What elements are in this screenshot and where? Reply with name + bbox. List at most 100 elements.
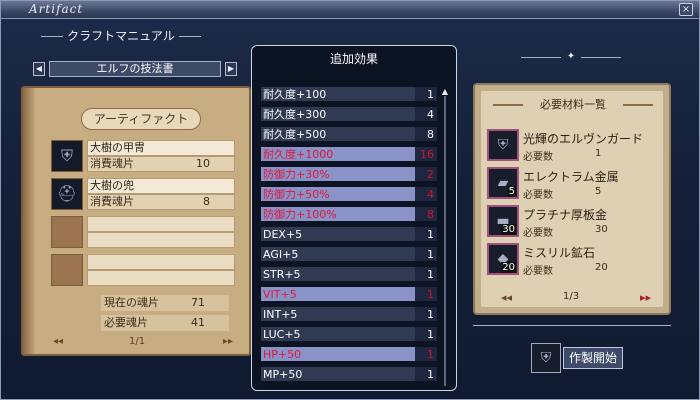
- effect-row[interactable]: LUC+5 1: [260, 326, 438, 342]
- scroll-track[interactable]: [444, 96, 446, 386]
- materials-next-button[interactable]: ▸▸: [640, 291, 651, 304]
- effect-label: 防御力+30%: [263, 168, 330, 181]
- recipe-item-2[interactable]: ⛑ 大樹の兜 消費魂片 8: [51, 178, 235, 210]
- effect-cost: 1: [415, 227, 437, 241]
- effect-row[interactable]: 防御力+100% 8: [260, 206, 438, 222]
- recipe-item-1[interactable]: ⛨ 大樹の甲冑 消費魂片 10: [51, 140, 235, 172]
- effects-scrollbar[interactable]: ▲: [441, 88, 449, 386]
- effect-row[interactable]: 防御力+50% 4: [260, 186, 438, 202]
- material-item[interactable]: ▬ 30 プラチナ厚板金 必要数 30: [487, 205, 657, 239]
- recipe-cost: [87, 270, 235, 286]
- material-item[interactable]: ▰ 5 エレクトラム金属 必要数 5: [487, 167, 657, 201]
- material-name: プラチナ厚板金: [523, 208, 608, 222]
- material-item[interactable]: ◆ 20 ミスリル鉱石 必要数 20: [487, 243, 657, 277]
- effect-cost: 8: [415, 207, 437, 221]
- title-bar-right: [623, 104, 653, 106]
- helmet-icon: ⛑: [51, 178, 83, 210]
- effect-row[interactable]: AGI+5 1: [260, 246, 438, 262]
- book-page-next-button[interactable]: ▸▸: [223, 336, 233, 347]
- craft-manual-title: クラフトマニュアル: [67, 29, 175, 43]
- effect-label: STR+5: [263, 268, 301, 281]
- material-required-value: 5: [595, 186, 602, 197]
- recipe-item-3[interactable]: [51, 216, 235, 248]
- book-page-prev-button[interactable]: ◂◂: [53, 336, 63, 347]
- effect-label: VIT+5: [263, 288, 297, 301]
- effect-label: 防御力+100%: [263, 208, 337, 221]
- empty-slot-icon: [51, 254, 83, 286]
- material-owned-qty: 5: [507, 186, 516, 197]
- materials-prev-button[interactable]: ◂◂: [501, 291, 512, 304]
- scroll-up-icon[interactable]: ▲: [441, 88, 449, 96]
- recipe-cost-label: 消費魂片: [90, 157, 134, 170]
- recipe-name: 大樹の兜: [87, 178, 235, 194]
- recipe-book: アーティファクト ⛨ 大樹の甲冑 消費魂片 10 ⛑ 大樹の兜 消費魂片 8 現…: [21, 86, 251, 356]
- effect-cost: 1: [415, 327, 437, 341]
- book-next-button[interactable]: ▶: [225, 62, 237, 76]
- effect-label: 耐久度+1000: [263, 148, 334, 161]
- material-name: ミスリル鉱石: [523, 246, 596, 260]
- materials-title: 必要材料一覧: [540, 98, 606, 111]
- additional-effects-panel: 追加効果 耐久度+100 1 耐久度+300 4 耐久度+500 8 耐久度+1000 16 防…: [251, 45, 457, 391]
- title-bar[interactable]: Artifact ×: [1, 1, 699, 19]
- effect-label: DEX+5: [263, 228, 303, 241]
- empty-slot-icon: [51, 216, 83, 248]
- effect-cost: 1: [415, 247, 437, 261]
- recipe-item-4[interactable]: [51, 254, 235, 286]
- effect-cost: 8: [415, 127, 437, 141]
- required-shards: 必要魂片 41: [101, 315, 229, 331]
- recipe-name: [87, 216, 235, 232]
- material-owned-qty: 30: [501, 224, 516, 235]
- title-bar-left: [493, 104, 523, 106]
- effect-row[interactable]: 耐久度+100 1: [260, 86, 438, 102]
- armor-icon: ⛨: [51, 140, 83, 172]
- materials-pager: ◂◂ 1/3 ▸▸: [501, 291, 651, 305]
- effect-cost: 2: [415, 167, 437, 181]
- required-shards-label: 必要魂片: [104, 316, 148, 329]
- material-required: 必要数 20: [523, 262, 608, 277]
- material-owned-qty: 20: [501, 262, 516, 273]
- effect-cost: 1: [415, 347, 437, 361]
- material-required-value: 20: [595, 262, 608, 273]
- recipe-cost: [87, 232, 235, 248]
- effect-row[interactable]: 耐久度+500 8: [260, 126, 438, 142]
- material-name: エレクトラム金属: [523, 170, 619, 184]
- materials-page-indicator: 1/3: [563, 291, 580, 302]
- craft-manual-header: クラフトマニュアル: [41, 27, 201, 47]
- recipe-cost-value: 10: [196, 157, 210, 170]
- materials-inner: 必要材料一覧 ⛨ 光輝のエルヴンガード 必要数 1 ▰ 5 エレクトラム金属 必要数 5 ▬ 30 プ…: [481, 91, 663, 307]
- effect-row[interactable]: 耐久度+1000 16: [260, 146, 438, 162]
- material-item[interactable]: ⛨ 光輝のエルヴンガード 必要数 1: [487, 129, 657, 163]
- material-required-label: 必要数: [523, 152, 553, 163]
- close-button[interactable]: ×: [679, 3, 693, 16]
- required-shards-value: 41: [191, 316, 205, 329]
- effect-row[interactable]: 防御力+30% 2: [260, 166, 438, 182]
- book-page-title: アーティファクト: [81, 108, 201, 130]
- effect-label: INT+5: [263, 308, 298, 321]
- book-prev-button[interactable]: ◀: [33, 62, 45, 76]
- effect-cost: 4: [415, 187, 437, 201]
- book-pager: ◂◂ 1/1 ▸▸: [53, 336, 233, 350]
- material-icon: ▬ 30: [487, 205, 519, 237]
- effect-row[interactable]: STR+5 1: [260, 266, 438, 282]
- materials-title-row: 必要材料一覧: [493, 95, 653, 115]
- recipe-cost-label: 消費魂片: [90, 195, 134, 208]
- effect-label: HP+50: [263, 348, 302, 361]
- effect-label: AGI+5: [263, 248, 299, 261]
- effect-row[interactable]: INT+5 1: [260, 306, 438, 322]
- materials-panel: 必要材料一覧 ⛨ 光輝のエルヴンガード 必要数 1 ▰ 5 エレクトラム金属 必要数 5 ▬ 30 プ…: [473, 83, 671, 315]
- effect-row[interactable]: DEX+5 1: [260, 226, 438, 242]
- window-title: Artifact: [29, 2, 84, 16]
- effect-cost: 1: [415, 367, 437, 381]
- effect-row[interactable]: MP+50 1: [260, 366, 438, 382]
- effect-row[interactable]: 耐久度+300 4: [260, 106, 438, 122]
- effect-cost: 1: [415, 267, 437, 281]
- ornament-line-left: [521, 57, 561, 58]
- effect-row[interactable]: VIT+5 1: [260, 286, 438, 302]
- start-craft-button[interactable]: 作製開始: [563, 347, 623, 369]
- effect-row[interactable]: HP+50 1: [260, 346, 438, 362]
- crafted-item-icon: ⛨: [531, 343, 561, 373]
- recipe-name: 大樹の甲冑: [87, 140, 235, 156]
- book-name: エルフの技法書: [49, 61, 221, 77]
- material-icon: ◆ 20: [487, 243, 519, 275]
- recipe-cost: 消費魂片 10: [87, 156, 235, 172]
